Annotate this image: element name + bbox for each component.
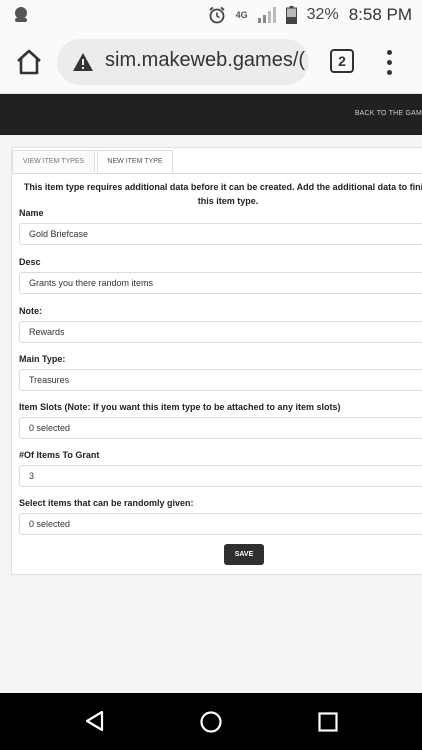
items-to-grant-field[interactable]: 3 bbox=[19, 465, 422, 487]
item-slots-label: Item Slots (Note: If you want this item … bbox=[19, 402, 341, 412]
url-text[interactable]: sim.makeweb.games/( bbox=[105, 49, 305, 72]
clock: 8:58 PM bbox=[348, 5, 412, 24]
system-nav-bar bbox=[0, 693, 422, 750]
tab-new-item-type[interactable]: NEW ITEM TYPE bbox=[97, 150, 173, 174]
back-to-game-link[interactable]: BACK TO THE GAM bbox=[355, 110, 422, 117]
random-items-select[interactable]: 0 selected bbox=[19, 513, 422, 535]
site-header: BACK TO THE GAM bbox=[0, 94, 422, 135]
recent-apps-icon[interactable] bbox=[318, 712, 338, 732]
item-type-panel: VIEW ITEM TYPES NEW ITEM TYPE This item … bbox=[11, 147, 422, 575]
form-notice: This item type requires additional data … bbox=[20, 180, 422, 208]
main-type-label: Main Type: bbox=[19, 354, 66, 364]
battery-percent: 32% bbox=[306, 6, 339, 23]
notification-icon bbox=[15, 7, 27, 22]
status-bar: 4G 32% 8:58 PM bbox=[0, 0, 422, 30]
name-field[interactable]: Gold Briefcase bbox=[19, 223, 422, 245]
main-type-select[interactable]: Treasures bbox=[19, 369, 422, 391]
page-content: VIEW ITEM TYPES NEW ITEM TYPE This item … bbox=[0, 135, 422, 693]
name-label: Name bbox=[19, 208, 44, 218]
tab-switcher-button[interactable]: 2 bbox=[330, 49, 354, 73]
home-icon[interactable] bbox=[14, 47, 44, 77]
random-items-label: Select items that can be randomly given: bbox=[19, 498, 194, 508]
item-slots-select[interactable]: 0 selected bbox=[19, 417, 422, 439]
overflow-menu-icon[interactable] bbox=[383, 48, 395, 76]
desc-field[interactable]: Grants you there random items bbox=[19, 272, 422, 294]
alarm-icon bbox=[209, 6, 225, 24]
tab-divider bbox=[12, 173, 422, 174]
warning-icon[interactable] bbox=[72, 52, 94, 72]
url-bar[interactable]: sim.makeweb.games/( bbox=[57, 39, 309, 85]
items-to-grant-label: #Of Items To Grant bbox=[19, 450, 100, 460]
notice-line-2: this item type. bbox=[197, 196, 259, 206]
tab-view-item-types[interactable]: VIEW ITEM TYPES bbox=[12, 150, 95, 172]
note-field[interactable]: Rewards bbox=[19, 321, 422, 343]
battery-icon bbox=[285, 6, 297, 24]
desc-label: Desc bbox=[19, 257, 41, 267]
signal-icon bbox=[257, 7, 276, 23]
note-label: Note: bbox=[19, 306, 42, 316]
home-nav-icon[interactable] bbox=[199, 710, 223, 734]
back-icon[interactable] bbox=[84, 710, 104, 732]
browser-toolbar: sim.makeweb.games/( 2 bbox=[0, 30, 422, 94]
network-type-icon: 4G bbox=[235, 10, 248, 20]
save-button[interactable]: SAVE bbox=[224, 544, 264, 565]
notice-line-1: This item type requires additional data … bbox=[23, 182, 422, 192]
